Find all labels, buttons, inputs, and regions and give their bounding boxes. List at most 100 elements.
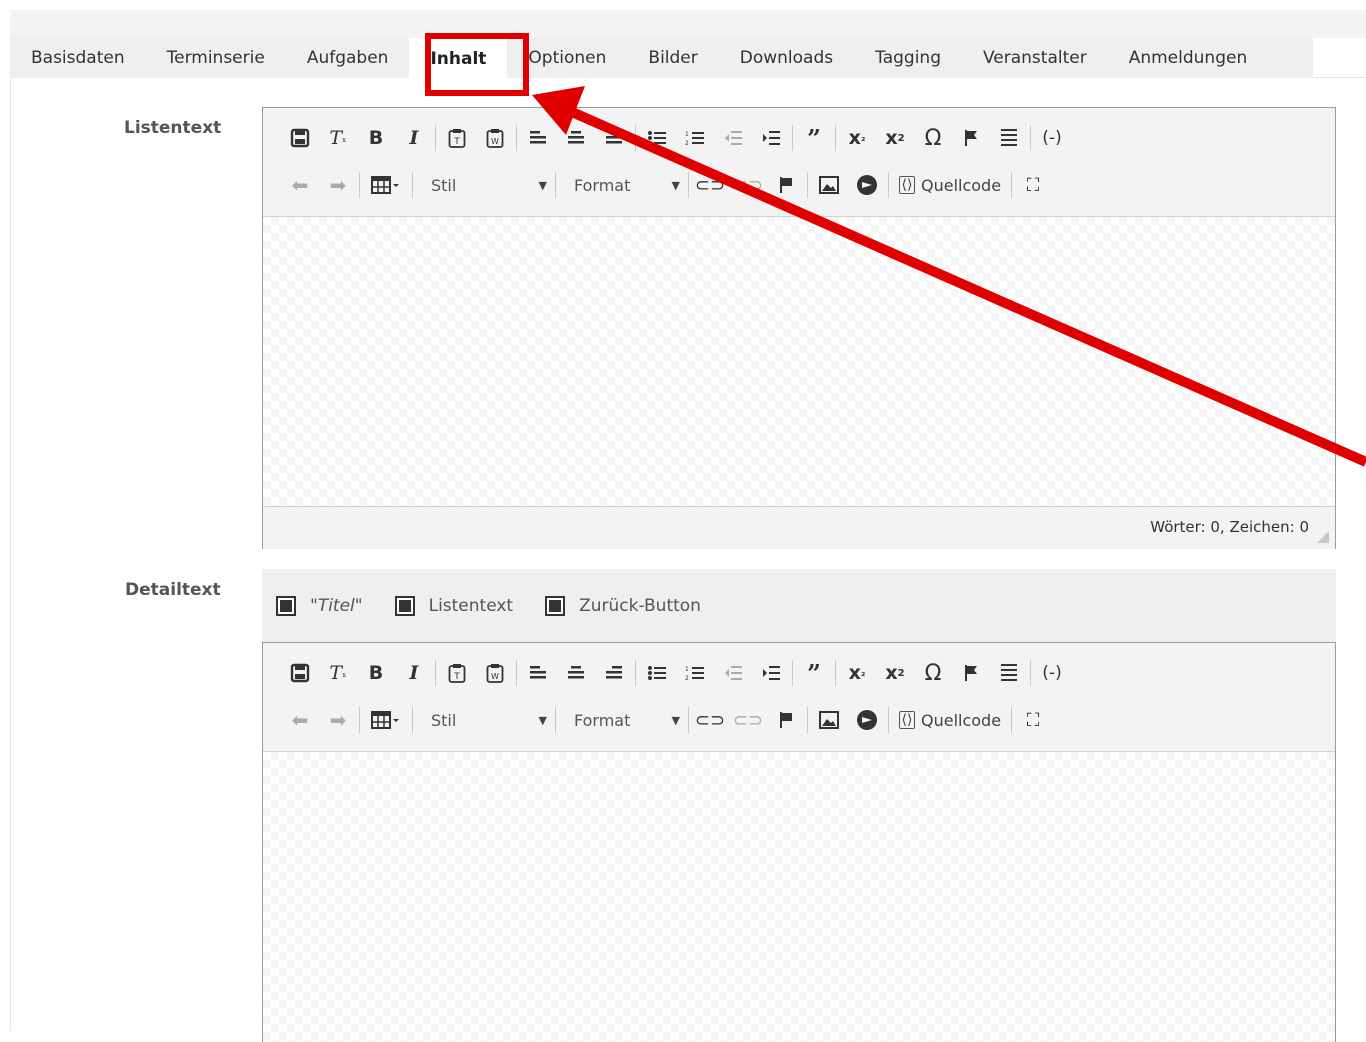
format-dropdown[interactable]: Format ▼ <box>558 170 686 200</box>
undo-icon[interactable]: ⬅ <box>281 170 319 200</box>
toolbar-separator <box>888 707 889 733</box>
special-char-icon[interactable]: Ω <box>914 123 952 153</box>
bold-icon[interactable]: B <box>357 123 395 153</box>
table-icon[interactable] <box>362 705 410 735</box>
indent-icon[interactable] <box>752 658 790 688</box>
toolbar-separator <box>688 707 689 733</box>
toolbar-separator <box>359 172 360 198</box>
tab-aufgaben[interactable]: Aufgaben <box>286 38 410 78</box>
placeholder-icon[interactable]: (-) <box>1033 658 1071 688</box>
block-toggle-zurueck-button[interactable]: Zurück-Button <box>545 595 701 616</box>
link-icon[interactable]: ⊂⊃ <box>691 705 729 735</box>
anchor-flag-icon[interactable] <box>767 705 805 735</box>
subscript-icon[interactable]: x₂ <box>838 123 876 153</box>
superscript-icon[interactable]: x2 <box>876 658 914 688</box>
toolbar-separator <box>835 660 836 686</box>
block-label: Zurück-Button <box>579 595 701 616</box>
media-icon[interactable] <box>848 705 886 735</box>
block-label: "Titel" <box>310 595 363 616</box>
remove-format-icon[interactable]: Tₓ <box>319 123 357 153</box>
source-button-label: Quellcode <box>921 175 1002 195</box>
style-dropdown[interactable]: Stil ▼ <box>415 705 553 735</box>
toolbar-separator <box>516 660 517 686</box>
align-left-icon[interactable] <box>519 658 557 688</box>
indent-icon[interactable] <box>752 123 790 153</box>
special-char-icon[interactable]: Ω <box>914 658 952 688</box>
bulleted-list-icon[interactable] <box>638 658 676 688</box>
table-icon[interactable] <box>362 170 410 200</box>
block-toggle-titel[interactable]: "Titel" <box>276 595 363 616</box>
save-icon[interactable] <box>281 123 319 153</box>
placeholder-icon[interactable]: (-) <box>1033 123 1071 153</box>
save-icon[interactable] <box>281 658 319 688</box>
horizontal-line-icon[interactable] <box>990 123 1028 153</box>
tab-bar-border <box>1313 77 1366 78</box>
align-right-icon[interactable] <box>595 658 633 688</box>
redo-icon[interactable]: ➡ <box>319 705 357 735</box>
svg-text:1: 1 <box>685 666 689 673</box>
numbered-list-icon[interactable]: 12 <box>676 123 714 153</box>
detailtext-editor: Tₓ B I T W 12 ” x₂ x2 Ω (-) ⬅ ➡ Stil ▼ F… <box>262 642 1336 1042</box>
format-dropdown-label: Format <box>574 175 631 195</box>
paste-word-icon[interactable]: W <box>476 123 514 153</box>
style-dropdown[interactable]: Stil ▼ <box>415 170 553 200</box>
anchor-icon[interactable] <box>952 658 990 688</box>
toolbar-separator <box>1030 125 1031 151</box>
tab-anmeldungen[interactable]: Anmeldungen <box>1108 38 1269 78</box>
align-center-icon[interactable] <box>557 123 595 153</box>
image-icon[interactable] <box>810 170 848 200</box>
blockquote-icon[interactable]: ” <box>795 658 833 688</box>
redo-icon[interactable]: ➡ <box>319 170 357 200</box>
superscript-icon[interactable]: x2 <box>876 123 914 153</box>
paste-text-icon[interactable]: T <box>438 658 476 688</box>
source-button[interactable]: ⟨⟩ Quellcode <box>891 705 1009 735</box>
anchor-flag-icon[interactable] <box>767 170 805 200</box>
tab-veranstalter[interactable]: Veranstalter <box>962 38 1108 78</box>
svg-text:1: 1 <box>685 131 689 138</box>
bold-icon[interactable]: B <box>357 658 395 688</box>
format-dropdown[interactable]: Format ▼ <box>558 705 686 735</box>
block-toggle-listentext[interactable]: Listentext <box>394 595 514 616</box>
content-left-border <box>10 78 11 1031</box>
tab-downloads[interactable]: Downloads <box>719 38 854 78</box>
anchor-icon[interactable] <box>952 123 990 153</box>
outdent-icon[interactable] <box>714 658 752 688</box>
paste-text-icon[interactable]: T <box>438 123 476 153</box>
italic-icon[interactable]: I <box>395 658 433 688</box>
toolbar-separator <box>1011 707 1013 733</box>
detailtext-content-area[interactable] <box>263 752 1335 1042</box>
numbered-list-icon[interactable]: 12 <box>676 658 714 688</box>
maximize-icon[interactable]: ⛶ <box>1014 705 1052 735</box>
toolbar-separator <box>555 172 556 198</box>
image-icon[interactable] <box>810 705 848 735</box>
tab-tagging[interactable]: Tagging <box>854 38 962 78</box>
subscript-icon[interactable]: x₂ <box>838 658 876 688</box>
bulleted-list-icon[interactable] <box>638 123 676 153</box>
link-icon[interactable]: ⊂⊃ <box>691 170 729 200</box>
paste-word-icon[interactable]: W <box>476 658 514 688</box>
outdent-icon[interactable] <box>714 123 752 153</box>
tab-basisdaten[interactable]: Basisdaten <box>10 38 146 78</box>
unlink-icon[interactable]: ⊂⊃ <box>729 705 767 735</box>
resize-handle-icon[interactable] <box>1317 531 1329 543</box>
blockquote-icon[interactable]: ” <box>795 123 833 153</box>
media-icon[interactable] <box>848 170 886 200</box>
toolbar-separator <box>807 707 808 733</box>
toolbar-separator <box>792 660 793 686</box>
horizontal-line-icon[interactable] <box>990 658 1028 688</box>
block-label: Listentext <box>428 595 514 616</box>
tab-terminserie[interactable]: Terminserie <box>146 38 286 78</box>
unlink-icon[interactable]: ⊂⊃ <box>729 170 767 200</box>
toolbar-separator <box>1030 660 1031 686</box>
listentext-content-area[interactable] <box>263 217 1335 506</box>
italic-icon[interactable]: I <box>395 123 433 153</box>
listentext-label: Listentext <box>124 118 222 138</box>
align-left-icon[interactable] <box>519 123 557 153</box>
maximize-icon[interactable]: ⛶ <box>1014 170 1052 200</box>
tab-bilder[interactable]: Bilder <box>627 38 718 78</box>
source-button[interactable]: ⟨⟩ Quellcode <box>891 170 1009 200</box>
undo-icon[interactable]: ⬅ <box>281 705 319 735</box>
align-right-icon[interactable] <box>595 123 633 153</box>
align-center-icon[interactable] <box>557 658 595 688</box>
remove-format-icon[interactable]: Tₓ <box>319 658 357 688</box>
